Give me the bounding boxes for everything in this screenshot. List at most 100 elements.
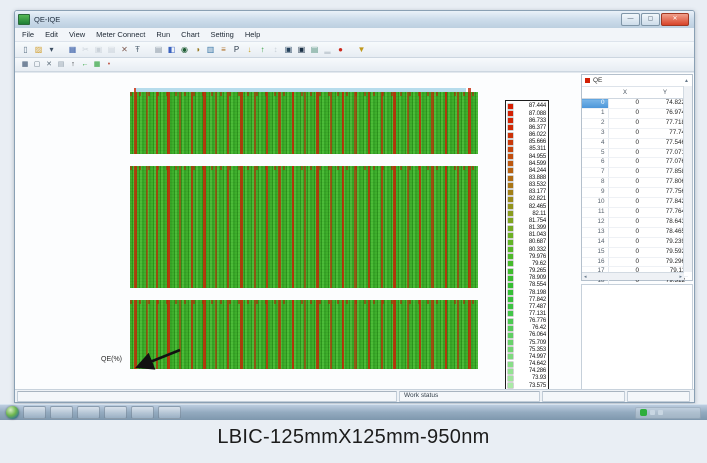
x-value-cell[interactable]: 0 [608, 237, 642, 247]
x-value-cell[interactable]: 0 [608, 247, 642, 257]
column-header-X[interactable]: X [608, 87, 642, 99]
y-value-cell[interactable]: 77.74 [642, 128, 688, 138]
table-row[interactable]: 15079.592 [582, 247, 688, 257]
x-value-cell[interactable]: 0 [608, 148, 642, 158]
x-value-cell[interactable]: 0 [608, 257, 642, 267]
y-value-cell[interactable]: 77.842 [642, 198, 688, 208]
row-index-cell[interactable]: 7 [582, 168, 608, 178]
open-folder-icon[interactable]: ▨ [32, 43, 45, 56]
table-row[interactable]: 2077.718 [582, 118, 688, 128]
scroll-right-icon[interactable]: ▸ [679, 274, 682, 280]
menu-setting[interactable]: Setting [210, 30, 233, 39]
start-button[interactable] [6, 406, 19, 419]
report-icon[interactable]: ▥ [204, 43, 217, 56]
tray-app-icon[interactable] [640, 409, 647, 416]
x-value-cell[interactable]: 0 [608, 227, 642, 237]
row-index-cell[interactable]: 13 [582, 227, 608, 237]
table-row[interactable]: 12078.643 [582, 217, 688, 227]
scroll-up-icon[interactable]: ▲ [684, 78, 689, 84]
x-value-cell[interactable]: 0 [608, 99, 642, 109]
table-row[interactable]: 4077.546 [582, 138, 688, 148]
x-value-cell[interactable]: 0 [608, 128, 642, 138]
x-value-cell[interactable]: 0 [608, 138, 642, 148]
x-value-cell[interactable]: 0 [608, 118, 642, 128]
table-row[interactable]: 14079.239 [582, 237, 688, 247]
arrow-left-green-icon[interactable]: ← [79, 59, 91, 70]
gauge-icon[interactable]: ◑ [191, 43, 204, 56]
x-value-cell[interactable]: 0 [608, 168, 642, 178]
y-value-cell[interactable]: 77.076 [642, 158, 688, 168]
save-icon[interactable]: ▦ [66, 43, 79, 56]
y-value-cell[interactable]: 77.718 [642, 118, 688, 128]
y-value-cell[interactable]: 78.465 [642, 227, 688, 237]
menu-run[interactable]: Run [156, 30, 170, 39]
row-index-cell[interactable]: 5 [582, 148, 608, 158]
wafer-map-icon[interactable]: ◧ [165, 43, 178, 56]
x-value-cell[interactable]: 0 [608, 158, 642, 168]
column-header-Y[interactable]: Y [642, 87, 688, 99]
selected-row-index-cell[interactable]: 0 [582, 99, 608, 109]
y-value-cell[interactable]: 79.592 [642, 247, 688, 257]
row-index-cell[interactable]: 6 [582, 158, 608, 168]
y-value-cell[interactable]: 77.764 [642, 207, 688, 217]
table-v-scrollbar[interactable] [683, 86, 692, 272]
row-index-cell[interactable]: 3 [582, 128, 608, 138]
probe-icon[interactable]: Ŧ [131, 43, 144, 56]
chart-teal-icon[interactable]: ▤ [308, 43, 321, 56]
column-header-index[interactable] [582, 87, 608, 99]
menu-meter-connect[interactable]: Meter Connect [96, 30, 145, 39]
y-value-cell[interactable]: 77.546 [642, 138, 688, 148]
grid-view-icon[interactable]: ▦ [19, 59, 31, 70]
row-index-cell[interactable]: 14 [582, 237, 608, 247]
row-index-cell[interactable]: 8 [582, 178, 608, 188]
taskbar-window-button[interactable] [50, 406, 73, 419]
title-bar[interactable]: QE-IQE —▢✕ [15, 11, 694, 28]
table-row[interactable]: 9077.756 [582, 188, 688, 198]
row-index-cell[interactable]: 4 [582, 138, 608, 148]
table-row[interactable]: 8077.806 [582, 178, 688, 188]
table-row[interactable]: 10077.842 [582, 198, 688, 208]
taskbar-window-button[interactable] [77, 406, 100, 419]
menu-view[interactable]: View [69, 30, 85, 39]
row-index-cell[interactable]: 16 [582, 257, 608, 267]
table-row[interactable]: 11077.764 [582, 207, 688, 217]
close-button[interactable]: ✕ [661, 13, 689, 26]
row-index-cell[interactable]: 2 [582, 118, 608, 128]
printer-icon[interactable]: ▤ [152, 43, 165, 56]
y-value-cell[interactable]: 79.239 [642, 237, 688, 247]
y-value-cell[interactable]: 77.071 [642, 148, 688, 158]
taskbar-window-button[interactable] [158, 406, 181, 419]
layers-icon[interactable]: ≡ [217, 43, 230, 56]
menu-help[interactable]: Help [245, 30, 260, 39]
row-index-cell[interactable]: 15 [582, 247, 608, 257]
menu-chart[interactable]: Chart [181, 30, 199, 39]
x-value-cell[interactable]: 0 [608, 217, 642, 227]
y-value-cell[interactable]: 77.806 [642, 178, 688, 188]
scroll-left-icon[interactable]: ◂ [584, 274, 587, 280]
y-value-cell[interactable]: 74.822 [642, 99, 688, 109]
table-row[interactable]: 6077.076 [582, 158, 688, 168]
new-file-icon[interactable]: ▯ [19, 43, 32, 56]
target-icon[interactable]: ◉ [178, 43, 191, 56]
p-tool-icon[interactable]: P [230, 43, 243, 56]
x-value-cell[interactable]: 0 [608, 188, 642, 198]
cross-tool-icon[interactable]: ✕ [43, 59, 55, 70]
y-value-cell[interactable]: 77.858 [642, 168, 688, 178]
row-index-cell[interactable]: 12 [582, 217, 608, 227]
minimize-button[interactable]: — [621, 13, 640, 26]
row-index-cell[interactable]: 1 [582, 108, 608, 118]
taskbar-window-button[interactable] [131, 406, 154, 419]
y-value-cell[interactable]: 77.756 [642, 188, 688, 198]
table-row[interactable]: 1076.974 [582, 108, 688, 118]
system-tray[interactable] [635, 407, 701, 419]
clipboard-icon[interactable]: ▤ [55, 59, 67, 70]
filter-funnel-icon[interactable]: ▼ [355, 43, 368, 56]
maximize-button[interactable]: ▢ [641, 13, 660, 26]
monitor-dark-icon[interactable]: ▣ [295, 43, 308, 56]
select-region-icon[interactable]: ▢ [31, 59, 43, 70]
x-value-cell[interactable]: 0 [608, 178, 642, 188]
taskbar-window-button[interactable] [104, 406, 127, 419]
table-row[interactable]: 3077.74 [582, 128, 688, 138]
monitor-icon[interactable]: ▣ [282, 43, 295, 56]
delete-icon[interactable]: ✕ [118, 43, 131, 56]
